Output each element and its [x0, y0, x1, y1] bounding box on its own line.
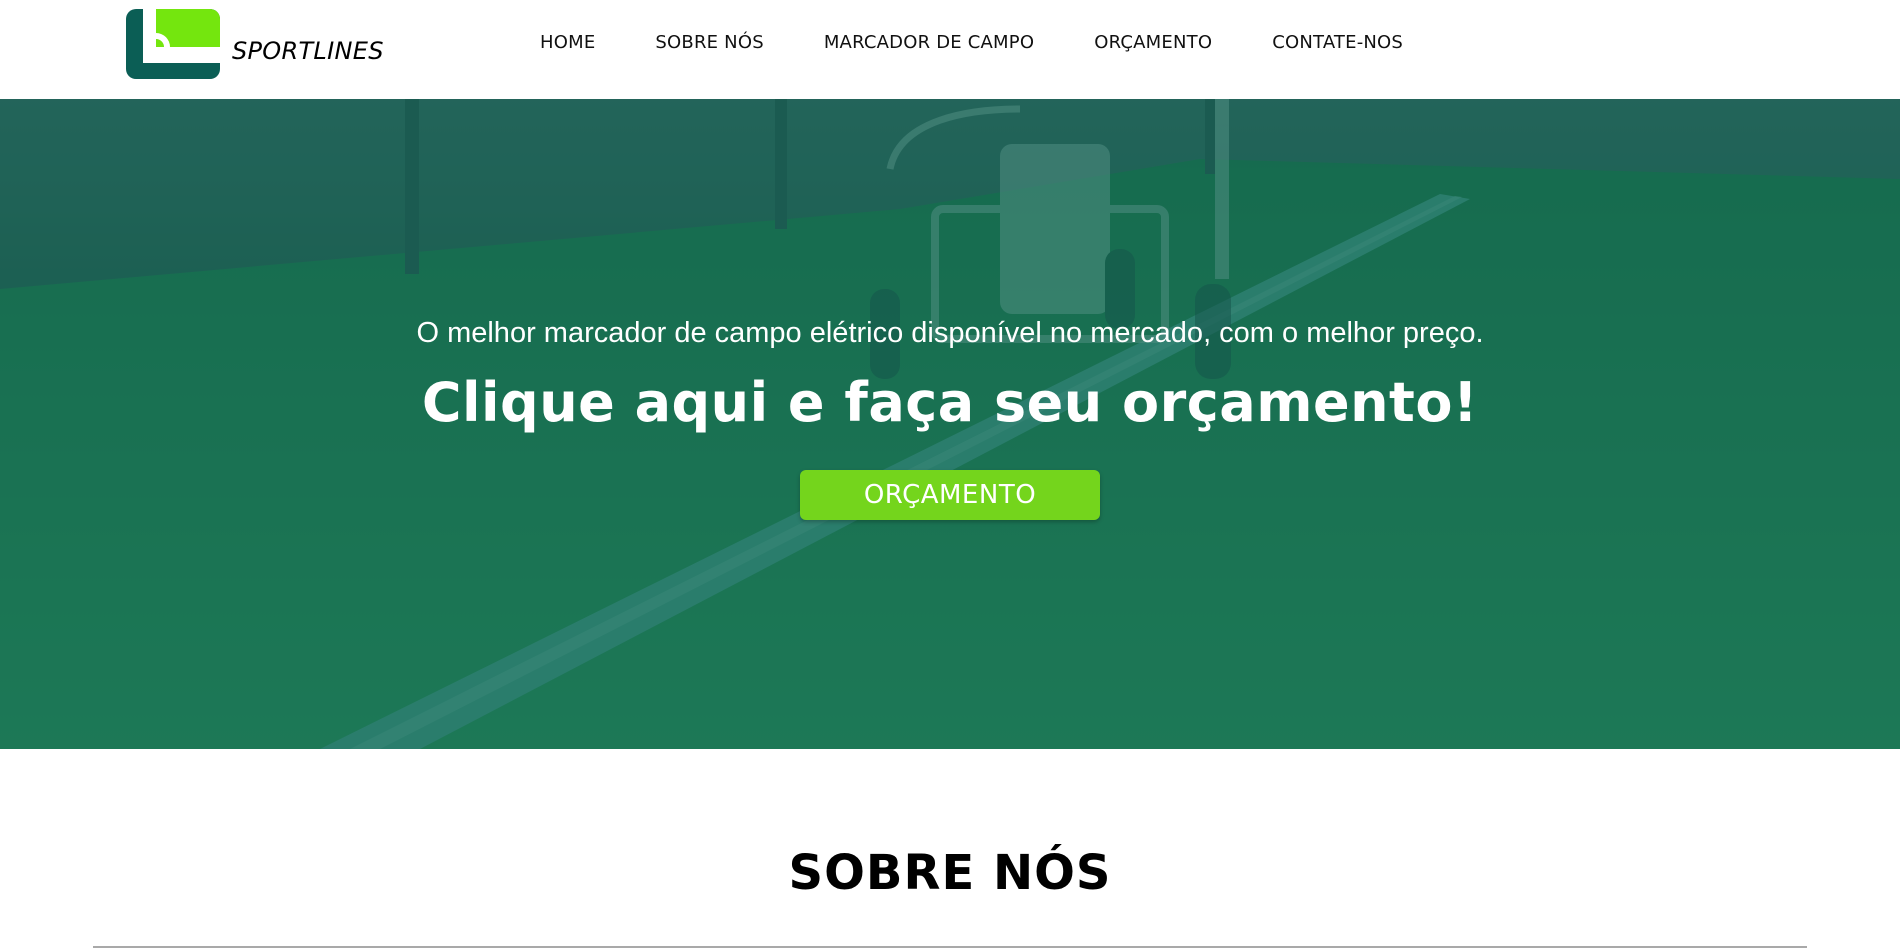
sportlines-logo-icon — [126, 9, 220, 79]
hero-subtitle: O melhor marcador de campo elétrico disp… — [416, 317, 1484, 349]
orcamento-button[interactable]: ORÇAMENTO — [800, 470, 1100, 520]
logo-link[interactable]: SPORTLINES — [126, 9, 384, 79]
main-nav: HOME SOBRE NÓS MARCADOR DE CAMPO ORÇAMEN… — [510, 0, 1433, 84]
section-divider — [93, 946, 1807, 948]
site-header: SPORTLINES HOME SOBRE NÓS MARCADOR DE CA… — [0, 0, 1900, 99]
nav-orcamento[interactable]: ORÇAMENTO — [1064, 32, 1242, 53]
nav-sobre-nos[interactable]: SOBRE NÓS — [625, 32, 793, 53]
hero-section: O melhor marcador de campo elétrico disp… — [0, 99, 1900, 749]
nav-home[interactable]: HOME — [510, 32, 625, 53]
nav-contate-nos[interactable]: CONTATE-NOS — [1242, 32, 1433, 53]
hero-content: O melhor marcador de campo elétrico disp… — [0, 99, 1900, 749]
hero-title[interactable]: Clique aqui e faça seu orçamento! — [0, 371, 1900, 434]
nav-marcador-de-campo[interactable]: MARCADOR DE CAMPO — [794, 32, 1064, 53]
about-title: SOBRE NÓS — [788, 845, 1112, 901]
brand-name: SPORTLINES — [232, 37, 384, 65]
